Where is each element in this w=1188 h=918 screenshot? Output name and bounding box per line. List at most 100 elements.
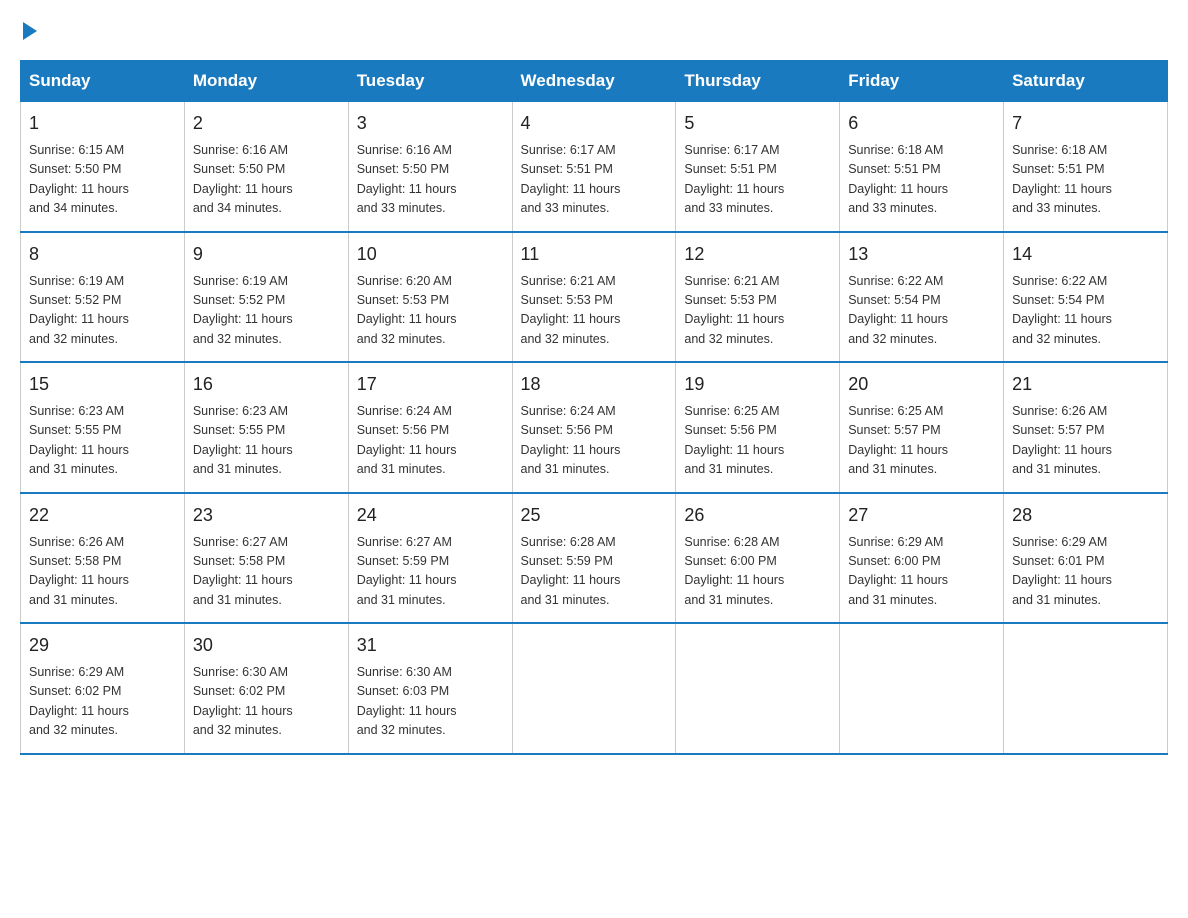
calendar-cell: 18 Sunrise: 6:24 AM Sunset: 5:56 PM Dayl… (512, 362, 676, 493)
day-number: 14 (1012, 241, 1159, 268)
day-number: 26 (684, 502, 831, 529)
day-info: Sunrise: 6:25 AM Sunset: 5:57 PM Dayligh… (848, 402, 995, 480)
day-number: 17 (357, 371, 504, 398)
day-number: 20 (848, 371, 995, 398)
day-info: Sunrise: 6:25 AM Sunset: 5:56 PM Dayligh… (684, 402, 831, 480)
day-number: 27 (848, 502, 995, 529)
calendar-cell: 27 Sunrise: 6:29 AM Sunset: 6:00 PM Dayl… (840, 493, 1004, 624)
header-saturday: Saturday (1004, 61, 1168, 102)
day-info: Sunrise: 6:24 AM Sunset: 5:56 PM Dayligh… (521, 402, 668, 480)
header-wednesday: Wednesday (512, 61, 676, 102)
day-number: 25 (521, 502, 668, 529)
calendar-cell: 5 Sunrise: 6:17 AM Sunset: 5:51 PM Dayli… (676, 102, 840, 232)
calendar-cell: 19 Sunrise: 6:25 AM Sunset: 5:56 PM Dayl… (676, 362, 840, 493)
logo (20, 20, 37, 40)
day-info: Sunrise: 6:28 AM Sunset: 6:00 PM Dayligh… (684, 533, 831, 611)
day-info: Sunrise: 6:21 AM Sunset: 5:53 PM Dayligh… (684, 272, 831, 350)
day-info: Sunrise: 6:22 AM Sunset: 5:54 PM Dayligh… (848, 272, 995, 350)
calendar-cell: 4 Sunrise: 6:17 AM Sunset: 5:51 PM Dayli… (512, 102, 676, 232)
calendar-cell: 20 Sunrise: 6:25 AM Sunset: 5:57 PM Dayl… (840, 362, 1004, 493)
calendar-cell: 21 Sunrise: 6:26 AM Sunset: 5:57 PM Dayl… (1004, 362, 1168, 493)
calendar-cell: 15 Sunrise: 6:23 AM Sunset: 5:55 PM Dayl… (21, 362, 185, 493)
calendar-cell: 28 Sunrise: 6:29 AM Sunset: 6:01 PM Dayl… (1004, 493, 1168, 624)
page-header (20, 20, 1168, 40)
calendar-cell: 25 Sunrise: 6:28 AM Sunset: 5:59 PM Dayl… (512, 493, 676, 624)
day-info: Sunrise: 6:24 AM Sunset: 5:56 PM Dayligh… (357, 402, 504, 480)
day-number: 12 (684, 241, 831, 268)
calendar-cell: 26 Sunrise: 6:28 AM Sunset: 6:00 PM Dayl… (676, 493, 840, 624)
day-number: 28 (1012, 502, 1159, 529)
calendar-cell: 23 Sunrise: 6:27 AM Sunset: 5:58 PM Dayl… (184, 493, 348, 624)
day-number: 6 (848, 110, 995, 137)
day-info: Sunrise: 6:17 AM Sunset: 5:51 PM Dayligh… (521, 141, 668, 219)
day-number: 3 (357, 110, 504, 137)
calendar-cell: 13 Sunrise: 6:22 AM Sunset: 5:54 PM Dayl… (840, 232, 1004, 363)
header-tuesday: Tuesday (348, 61, 512, 102)
day-info: Sunrise: 6:30 AM Sunset: 6:02 PM Dayligh… (193, 663, 340, 741)
day-number: 9 (193, 241, 340, 268)
day-info: Sunrise: 6:16 AM Sunset: 5:50 PM Dayligh… (193, 141, 340, 219)
calendar-cell: 3 Sunrise: 6:16 AM Sunset: 5:50 PM Dayli… (348, 102, 512, 232)
day-info: Sunrise: 6:28 AM Sunset: 5:59 PM Dayligh… (521, 533, 668, 611)
day-info: Sunrise: 6:17 AM Sunset: 5:51 PM Dayligh… (684, 141, 831, 219)
calendar-cell: 11 Sunrise: 6:21 AM Sunset: 5:53 PM Dayl… (512, 232, 676, 363)
day-number: 22 (29, 502, 176, 529)
day-number: 29 (29, 632, 176, 659)
calendar-cell: 22 Sunrise: 6:26 AM Sunset: 5:58 PM Dayl… (21, 493, 185, 624)
day-number: 5 (684, 110, 831, 137)
calendar-cell: 1 Sunrise: 6:15 AM Sunset: 5:50 PM Dayli… (21, 102, 185, 232)
day-info: Sunrise: 6:21 AM Sunset: 5:53 PM Dayligh… (521, 272, 668, 350)
header-monday: Monday (184, 61, 348, 102)
day-number: 30 (193, 632, 340, 659)
day-info: Sunrise: 6:23 AM Sunset: 5:55 PM Dayligh… (193, 402, 340, 480)
day-number: 11 (521, 241, 668, 268)
calendar-week-5: 29 Sunrise: 6:29 AM Sunset: 6:02 PM Dayl… (21, 623, 1168, 754)
calendar-cell: 9 Sunrise: 6:19 AM Sunset: 5:52 PM Dayli… (184, 232, 348, 363)
day-info: Sunrise: 6:29 AM Sunset: 6:02 PM Dayligh… (29, 663, 176, 741)
calendar-cell: 8 Sunrise: 6:19 AM Sunset: 5:52 PM Dayli… (21, 232, 185, 363)
header-friday: Friday (840, 61, 1004, 102)
header-thursday: Thursday (676, 61, 840, 102)
day-number: 8 (29, 241, 176, 268)
calendar-cell: 31 Sunrise: 6:30 AM Sunset: 6:03 PM Dayl… (348, 623, 512, 754)
day-info: Sunrise: 6:27 AM Sunset: 5:59 PM Dayligh… (357, 533, 504, 611)
calendar-cell: 7 Sunrise: 6:18 AM Sunset: 5:51 PM Dayli… (1004, 102, 1168, 232)
header-sunday: Sunday (21, 61, 185, 102)
day-number: 1 (29, 110, 176, 137)
calendar-cell: 2 Sunrise: 6:16 AM Sunset: 5:50 PM Dayli… (184, 102, 348, 232)
logo-triangle-icon (23, 22, 37, 40)
day-info: Sunrise: 6:30 AM Sunset: 6:03 PM Dayligh… (357, 663, 504, 741)
calendar-cell (512, 623, 676, 754)
calendar-cell (840, 623, 1004, 754)
day-info: Sunrise: 6:29 AM Sunset: 6:00 PM Dayligh… (848, 533, 995, 611)
day-number: 15 (29, 371, 176, 398)
day-number: 7 (1012, 110, 1159, 137)
day-info: Sunrise: 6:18 AM Sunset: 5:51 PM Dayligh… (848, 141, 995, 219)
day-info: Sunrise: 6:18 AM Sunset: 5:51 PM Dayligh… (1012, 141, 1159, 219)
day-number: 23 (193, 502, 340, 529)
calendar-header-row: SundayMondayTuesdayWednesdayThursdayFrid… (21, 61, 1168, 102)
calendar-cell: 29 Sunrise: 6:29 AM Sunset: 6:02 PM Dayl… (21, 623, 185, 754)
calendar-cell: 16 Sunrise: 6:23 AM Sunset: 5:55 PM Dayl… (184, 362, 348, 493)
day-info: Sunrise: 6:20 AM Sunset: 5:53 PM Dayligh… (357, 272, 504, 350)
day-number: 18 (521, 371, 668, 398)
day-number: 4 (521, 110, 668, 137)
calendar-week-1: 1 Sunrise: 6:15 AM Sunset: 5:50 PM Dayli… (21, 102, 1168, 232)
day-info: Sunrise: 6:22 AM Sunset: 5:54 PM Dayligh… (1012, 272, 1159, 350)
day-info: Sunrise: 6:15 AM Sunset: 5:50 PM Dayligh… (29, 141, 176, 219)
day-info: Sunrise: 6:19 AM Sunset: 5:52 PM Dayligh… (193, 272, 340, 350)
calendar-cell: 12 Sunrise: 6:21 AM Sunset: 5:53 PM Dayl… (676, 232, 840, 363)
day-number: 21 (1012, 371, 1159, 398)
day-info: Sunrise: 6:16 AM Sunset: 5:50 PM Dayligh… (357, 141, 504, 219)
day-info: Sunrise: 6:23 AM Sunset: 5:55 PM Dayligh… (29, 402, 176, 480)
calendar-cell: 24 Sunrise: 6:27 AM Sunset: 5:59 PM Dayl… (348, 493, 512, 624)
calendar-cell (1004, 623, 1168, 754)
day-number: 16 (193, 371, 340, 398)
calendar-week-3: 15 Sunrise: 6:23 AM Sunset: 5:55 PM Dayl… (21, 362, 1168, 493)
day-info: Sunrise: 6:19 AM Sunset: 5:52 PM Dayligh… (29, 272, 176, 350)
calendar-cell: 14 Sunrise: 6:22 AM Sunset: 5:54 PM Dayl… (1004, 232, 1168, 363)
day-number: 31 (357, 632, 504, 659)
calendar-week-2: 8 Sunrise: 6:19 AM Sunset: 5:52 PM Dayli… (21, 232, 1168, 363)
day-info: Sunrise: 6:27 AM Sunset: 5:58 PM Dayligh… (193, 533, 340, 611)
day-number: 24 (357, 502, 504, 529)
